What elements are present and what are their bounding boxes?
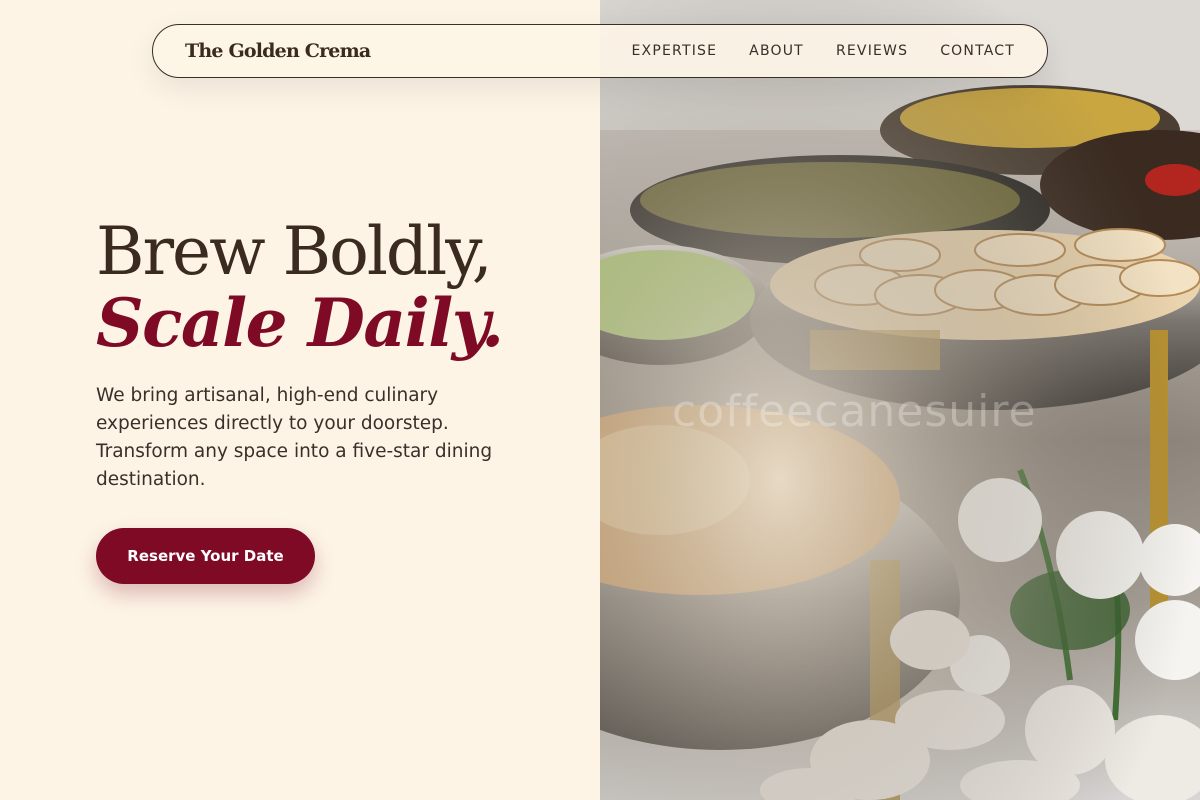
- navbar: The Golden Crema EXPERTISE ABOUT REVIEWS…: [152, 24, 1048, 78]
- nav-link-about[interactable]: ABOUT: [749, 43, 804, 59]
- reserve-date-button[interactable]: Reserve Your Date: [96, 528, 315, 584]
- nav-link-expertise[interactable]: EXPERTISE: [632, 43, 718, 59]
- brand-logo[interactable]: The Golden Crema: [185, 40, 371, 62]
- nav-link-contact[interactable]: CONTACT: [940, 43, 1015, 59]
- hero-description: We bring artisanal, high-end culinary ex…: [96, 385, 493, 490]
- watermark-text: coffeecanesuire: [672, 386, 1037, 437]
- hero-section: Brew Boldly, Scale Daily. We bring artis…: [96, 216, 576, 494]
- nav-links: EXPERTISE ABOUT REVIEWS CONTACT: [632, 43, 1015, 59]
- nav-link-reviews[interactable]: REVIEWS: [836, 43, 908, 59]
- hero-headline: Brew Boldly, Scale Daily.: [96, 213, 576, 362]
- headline-line-2: Scale Daily.: [96, 284, 504, 362]
- headline-line-1: Brew Boldly,: [96, 213, 493, 290]
